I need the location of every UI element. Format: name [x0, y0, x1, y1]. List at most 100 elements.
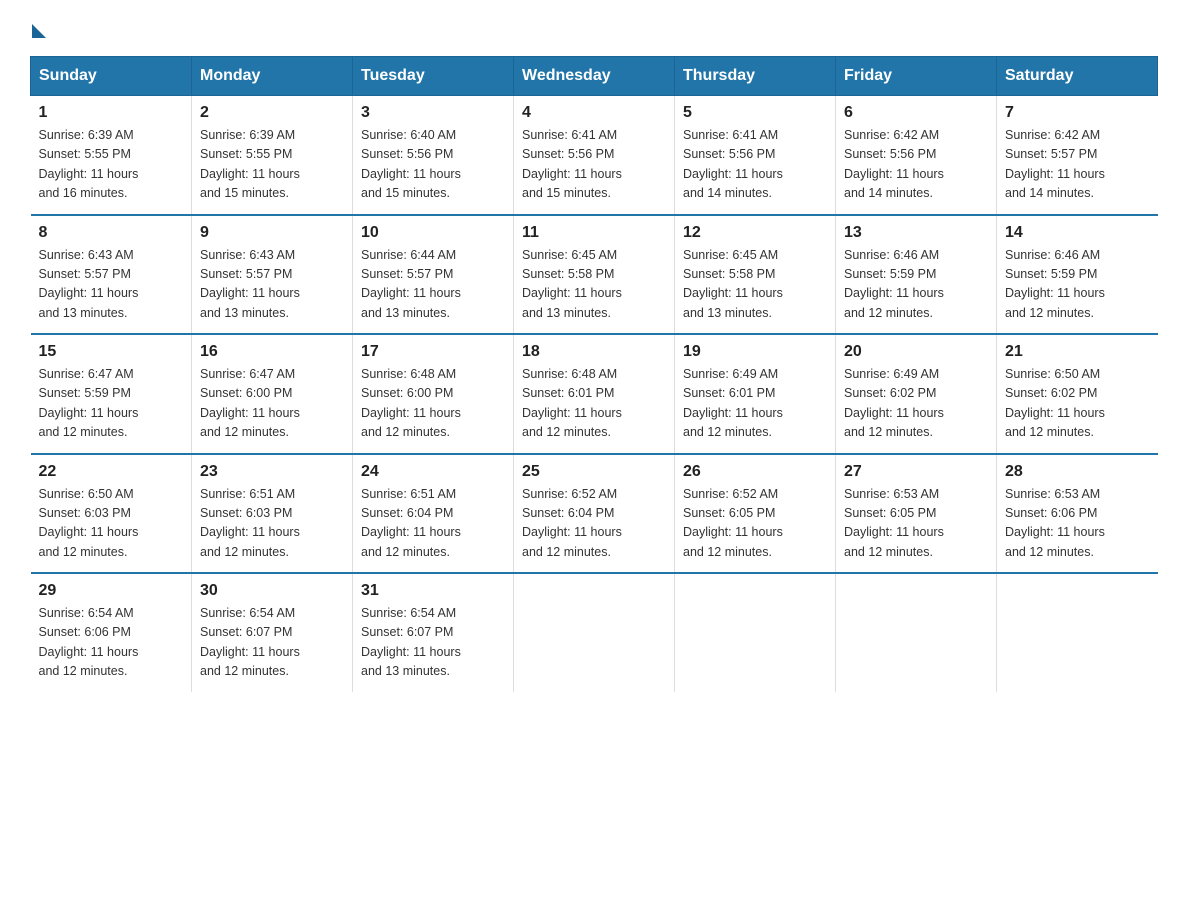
day-info: Sunrise: 6:44 AMSunset: 5:57 PMDaylight:… — [361, 246, 505, 324]
day-header-monday: Monday — [192, 57, 353, 96]
day-info: Sunrise: 6:50 AMSunset: 6:03 PMDaylight:… — [39, 485, 184, 563]
day-info: Sunrise: 6:46 AMSunset: 5:59 PMDaylight:… — [1005, 246, 1150, 324]
day-info: Sunrise: 6:49 AMSunset: 6:01 PMDaylight:… — [683, 365, 827, 443]
calendar-day-cell — [836, 573, 997, 692]
day-number: 27 — [844, 463, 988, 481]
calendar-day-cell: 8 Sunrise: 6:43 AMSunset: 5:57 PMDaylight… — [31, 215, 192, 335]
day-info: Sunrise: 6:52 AMSunset: 6:04 PMDaylight:… — [522, 485, 666, 563]
calendar-day-cell: 27 Sunrise: 6:53 AMSunset: 6:05 PMDayligh… — [836, 454, 997, 574]
calendar-day-cell: 15 Sunrise: 6:47 AMSunset: 5:59 PMDayligh… — [31, 334, 192, 454]
calendar-day-cell: 12 Sunrise: 6:45 AMSunset: 5:58 PMDayligh… — [675, 215, 836, 335]
day-info: Sunrise: 6:53 AMSunset: 6:06 PMDaylight:… — [1005, 485, 1150, 563]
logo-blue-part — [30, 20, 46, 38]
logo-triangle-icon — [32, 24, 46, 38]
calendar-day-cell: 21 Sunrise: 6:50 AMSunset: 6:02 PMDayligh… — [997, 334, 1158, 454]
calendar-day-cell: 19 Sunrise: 6:49 AMSunset: 6:01 PMDayligh… — [675, 334, 836, 454]
calendar-day-cell: 4Sunrise: 6:41 AMSunset: 5:56 PMDaylight… — [514, 96, 675, 215]
calendar-day-cell: 23 Sunrise: 6:51 AMSunset: 6:03 PMDayligh… — [192, 454, 353, 574]
calendar-day-cell: 28 Sunrise: 6:53 AMSunset: 6:06 PMDayligh… — [997, 454, 1158, 574]
day-info: Sunrise: 6:43 AMSunset: 5:57 PMDaylight:… — [200, 246, 344, 324]
day-number: 5 — [683, 104, 827, 122]
day-number: 11 — [522, 224, 666, 242]
calendar-day-cell: 22Sunrise: 6:50 AMSunset: 6:03 PMDayligh… — [31, 454, 192, 574]
day-header-thursday: Thursday — [675, 57, 836, 96]
day-info: Sunrise: 6:47 AMSunset: 6:00 PMDaylight:… — [200, 365, 344, 443]
day-info: Sunrise: 6:51 AMSunset: 6:03 PMDaylight:… — [200, 485, 344, 563]
day-header-friday: Friday — [836, 57, 997, 96]
calendar-day-cell: 16 Sunrise: 6:47 AMSunset: 6:00 PMDayligh… — [192, 334, 353, 454]
day-number: 3 — [361, 104, 505, 122]
day-number: 14 — [1005, 224, 1150, 242]
day-number: 28 — [1005, 463, 1150, 481]
day-info: Sunrise: 6:40 AMSunset: 5:56 PMDaylight:… — [361, 126, 505, 204]
day-info: Sunrise: 6:48 AMSunset: 6:01 PMDaylight:… — [522, 365, 666, 443]
day-number: 30 — [200, 582, 344, 600]
day-info: Sunrise: 6:45 AMSunset: 5:58 PMDaylight:… — [522, 246, 666, 324]
calendar-day-cell: 10 Sunrise: 6:44 AMSunset: 5:57 PMDayligh… — [353, 215, 514, 335]
day-number: 18 — [522, 343, 666, 361]
day-info: Sunrise: 6:52 AMSunset: 6:05 PMDaylight:… — [683, 485, 827, 563]
day-info: Sunrise: 6:43 AMSunset: 5:57 PMDaylight:… — [39, 246, 184, 324]
calendar-week-row: 8 Sunrise: 6:43 AMSunset: 5:57 PMDaylight… — [31, 215, 1158, 335]
calendar-day-cell: 29 Sunrise: 6:54 AMSunset: 6:06 PMDayligh… — [31, 573, 192, 692]
day-info: Sunrise: 6:39 AMSunset: 5:55 PMDaylight:… — [39, 126, 184, 204]
day-number: 15 — [39, 343, 184, 361]
calendar-day-cell — [675, 573, 836, 692]
calendar-day-cell: 13Sunrise: 6:46 AMSunset: 5:59 PMDayligh… — [836, 215, 997, 335]
calendar-day-cell — [997, 573, 1158, 692]
day-info: Sunrise: 6:41 AMSunset: 5:56 PMDaylight:… — [683, 126, 827, 204]
day-info: Sunrise: 6:47 AMSunset: 5:59 PMDaylight:… — [39, 365, 184, 443]
day-number: 6 — [844, 104, 988, 122]
calendar-day-cell: 11 Sunrise: 6:45 AMSunset: 5:58 PMDayligh… — [514, 215, 675, 335]
calendar-day-cell: 25 Sunrise: 6:52 AMSunset: 6:04 PMDayligh… — [514, 454, 675, 574]
calendar-table: SundayMondayTuesdayWednesdayThursdayFrid… — [30, 56, 1158, 692]
calendar-day-cell: 9 Sunrise: 6:43 AMSunset: 5:57 PMDaylight… — [192, 215, 353, 335]
days-header-row: SundayMondayTuesdayWednesdayThursdayFrid… — [31, 57, 1158, 96]
day-number: 17 — [361, 343, 505, 361]
day-number: 7 — [1005, 104, 1150, 122]
day-number: 25 — [522, 463, 666, 481]
day-info: Sunrise: 6:54 AMSunset: 6:07 PMDaylight:… — [361, 604, 505, 682]
day-info: Sunrise: 6:54 AMSunset: 6:07 PMDaylight:… — [200, 604, 344, 682]
calendar-week-row: 29 Sunrise: 6:54 AMSunset: 6:06 PMDayligh… — [31, 573, 1158, 692]
day-number: 16 — [200, 343, 344, 361]
calendar-day-cell: 7 Sunrise: 6:42 AMSunset: 5:57 PMDaylight… — [997, 96, 1158, 215]
day-info: Sunrise: 6:42 AMSunset: 5:57 PMDaylight:… — [1005, 126, 1150, 204]
calendar-day-cell: 17 Sunrise: 6:48 AMSunset: 6:00 PMDayligh… — [353, 334, 514, 454]
logo — [30, 20, 46, 38]
day-info: Sunrise: 6:48 AMSunset: 6:00 PMDaylight:… — [361, 365, 505, 443]
day-number: 19 — [683, 343, 827, 361]
day-number: 12 — [683, 224, 827, 242]
day-info: Sunrise: 6:53 AMSunset: 6:05 PMDaylight:… — [844, 485, 988, 563]
day-info: Sunrise: 6:45 AMSunset: 5:58 PMDaylight:… — [683, 246, 827, 324]
day-number: 21 — [1005, 343, 1150, 361]
day-number: 8 — [39, 224, 184, 242]
day-number: 20 — [844, 343, 988, 361]
calendar-day-cell: 1 Sunrise: 6:39 AMSunset: 5:55 PMDaylight… — [31, 96, 192, 215]
day-header-tuesday: Tuesday — [353, 57, 514, 96]
day-number: 10 — [361, 224, 505, 242]
day-number: 9 — [200, 224, 344, 242]
day-info: Sunrise: 6:49 AMSunset: 6:02 PMDaylight:… — [844, 365, 988, 443]
calendar-week-row: 22Sunrise: 6:50 AMSunset: 6:03 PMDayligh… — [31, 454, 1158, 574]
calendar-week-row: 1 Sunrise: 6:39 AMSunset: 5:55 PMDaylight… — [31, 96, 1158, 215]
calendar-day-cell: 5 Sunrise: 6:41 AMSunset: 5:56 PMDaylight… — [675, 96, 836, 215]
day-number: 29 — [39, 582, 184, 600]
day-info: Sunrise: 6:50 AMSunset: 6:02 PMDaylight:… — [1005, 365, 1150, 443]
calendar-day-cell: 2Sunrise: 6:39 AMSunset: 5:55 PMDaylight… — [192, 96, 353, 215]
calendar-day-cell: 18 Sunrise: 6:48 AMSunset: 6:01 PMDayligh… — [514, 334, 675, 454]
calendar-day-cell: 14 Sunrise: 6:46 AMSunset: 5:59 PMDayligh… — [997, 215, 1158, 335]
day-number: 13 — [844, 224, 988, 242]
day-number: 1 — [39, 104, 184, 122]
day-number: 31 — [361, 582, 505, 600]
day-header-wednesday: Wednesday — [514, 57, 675, 96]
day-number: 23 — [200, 463, 344, 481]
day-info: Sunrise: 6:39 AMSunset: 5:55 PMDaylight:… — [200, 126, 344, 204]
day-number: 26 — [683, 463, 827, 481]
calendar-day-cell: 24Sunrise: 6:51 AMSunset: 6:04 PMDayligh… — [353, 454, 514, 574]
day-info: Sunrise: 6:54 AMSunset: 6:06 PMDaylight:… — [39, 604, 184, 682]
calendar-day-cell: 20 Sunrise: 6:49 AMSunset: 6:02 PMDayligh… — [836, 334, 997, 454]
calendar-header: SundayMondayTuesdayWednesdayThursdayFrid… — [31, 57, 1158, 96]
calendar-week-row: 15 Sunrise: 6:47 AMSunset: 5:59 PMDayligh… — [31, 334, 1158, 454]
day-number: 24 — [361, 463, 505, 481]
